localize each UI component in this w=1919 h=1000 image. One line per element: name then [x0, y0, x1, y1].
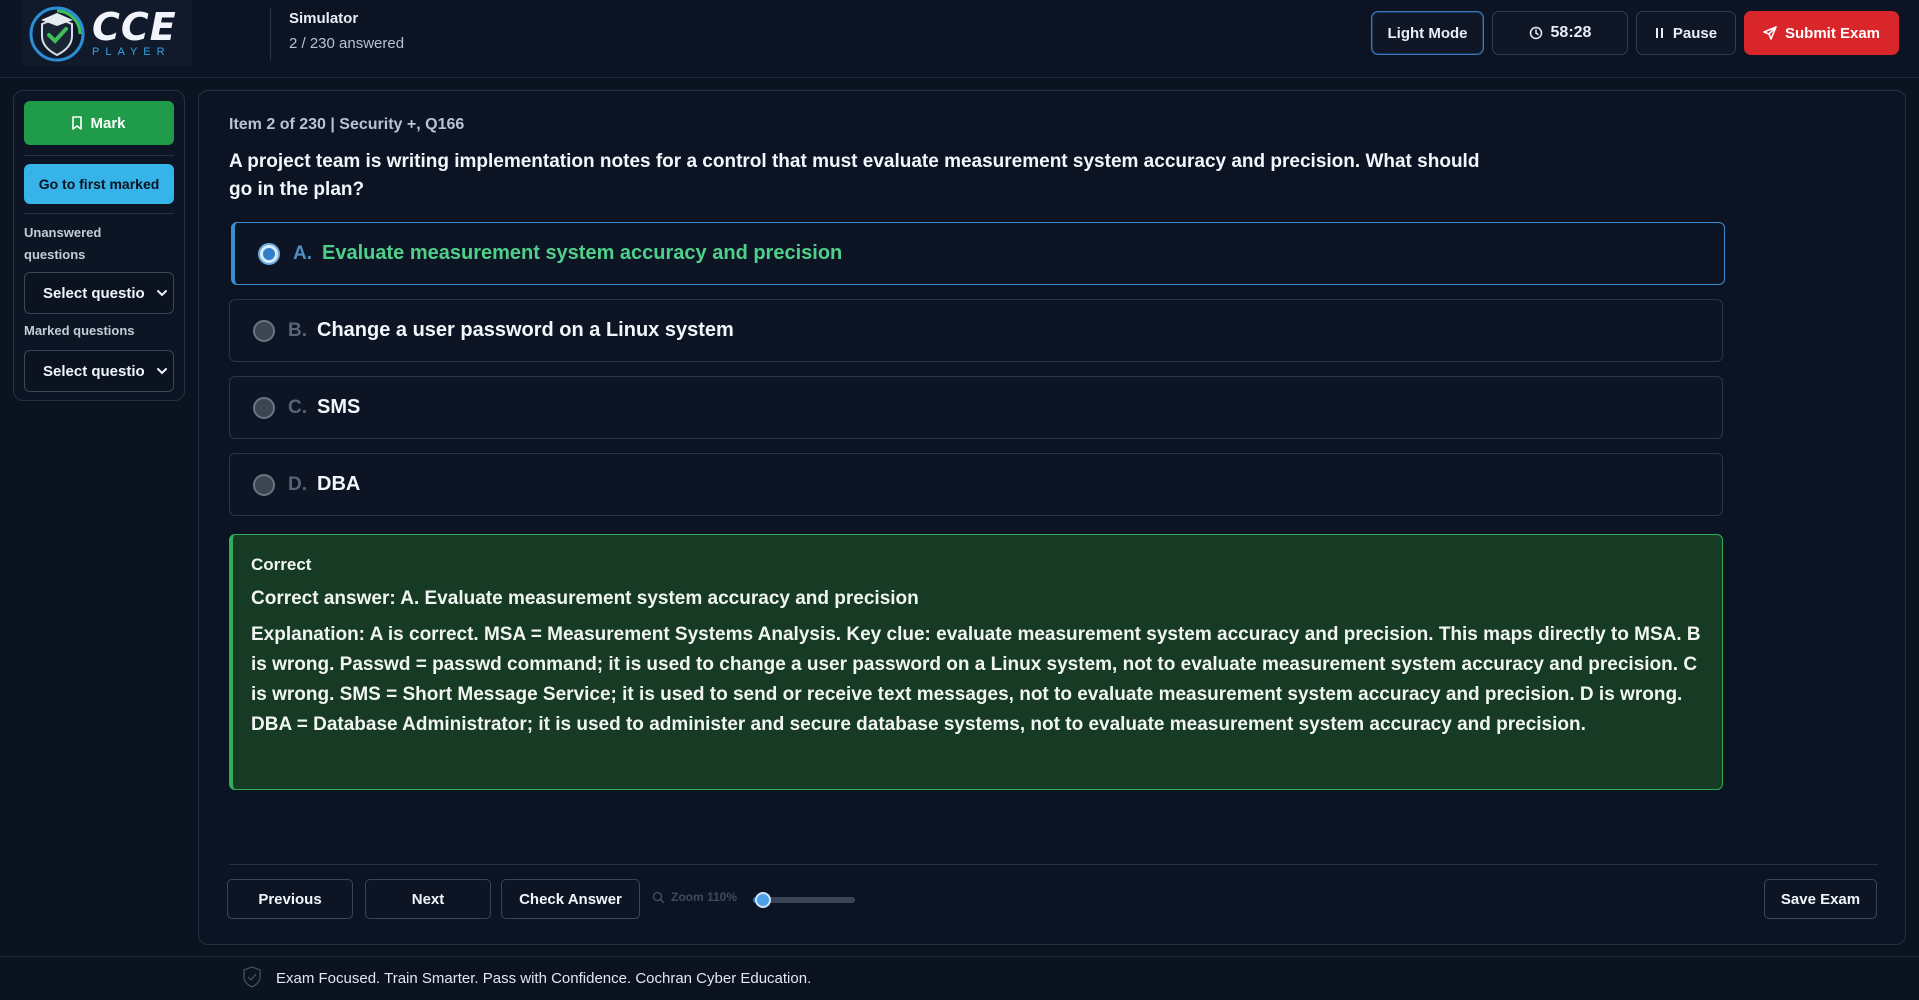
logo-subtext: PLAYER: [92, 46, 171, 58]
option-d[interactable]: D. DBA: [229, 453, 1723, 516]
bookmark-icon: [72, 116, 83, 130]
option-c[interactable]: C. SMS: [229, 376, 1723, 439]
option-letter: C.: [288, 396, 307, 418]
option-text: Change a user password on a Linux system: [317, 319, 734, 341]
pause-label: Pause: [1672, 24, 1718, 42]
radio-selected-icon[interactable]: [258, 242, 280, 265]
mark-button[interactable]: Mark: [24, 101, 174, 145]
logo-wordmark: CCE: [92, 5, 177, 49]
option-letter: B.: [288, 319, 307, 341]
question-text: A project team is writing implementation…: [229, 151, 1480, 200]
pause-button[interactable]: Pause: [1636, 11, 1736, 55]
send-icon: [1763, 26, 1777, 40]
submit-exam-button[interactable]: Submit Exam: [1744, 11, 1899, 55]
marked-label: Marked questions: [24, 323, 135, 338]
option-text: Evaluate measurement system accuracy and…: [322, 242, 843, 264]
unanswered-label-line1: Unanswered: [24, 225, 102, 240]
marked-select[interactable]: Select questio: [24, 350, 174, 392]
radio-icon[interactable]: [253, 396, 275, 419]
bottom-bar: Exam Focused. Train Smarter. Pass with C…: [0, 956, 1919, 1000]
question-panel: [198, 90, 1906, 945]
mark-label: Mark: [90, 114, 126, 132]
unanswered-label-line2: questions: [24, 247, 86, 262]
next-button[interactable]: Next: [365, 879, 491, 919]
option-text: SMS: [317, 396, 361, 418]
marked-select-value: Select questio: [43, 362, 145, 380]
option-a[interactable]: A. Evaluate measurement system accuracy …: [231, 222, 1725, 285]
zoom-slider[interactable]: [753, 892, 855, 908]
submit-label: Submit Exam: [1784, 24, 1881, 42]
unanswered-select[interactable]: Select questio: [24, 272, 174, 314]
pause-icon: [1655, 27, 1665, 39]
app-title: Simulator: [289, 10, 359, 27]
footer-divider: [229, 864, 1878, 865]
unanswered-label: Unanswered questions: [24, 222, 101, 266]
check-answer-button[interactable]: Check Answer: [501, 879, 640, 919]
question-sidebar: Mark Go to first marked Unanswered quest…: [13, 90, 185, 401]
radio-icon[interactable]: [253, 319, 275, 342]
timer-value: 58:28: [1550, 24, 1592, 41]
option-letter: D.: [288, 473, 307, 495]
search-icon: [652, 891, 665, 904]
light-mode-button[interactable]: Light Mode: [1371, 11, 1484, 55]
correct-answer-text: Correct answer: A. Evaluate measurement …: [251, 588, 919, 609]
top-header: CCE PLAYER Simulator 2 / 230 answered Li…: [0, 0, 1919, 78]
previous-button[interactable]: Previous: [227, 879, 353, 919]
answer-feedback: Correct Correct answer: A. Evaluate meas…: [229, 534, 1723, 790]
zoom-label: Zoom 110%: [652, 890, 737, 904]
light-mode-label: Light Mode: [1387, 24, 1468, 42]
option-text: DBA: [317, 473, 361, 495]
sidebar-divider: [24, 155, 174, 156]
clock-icon: [1529, 26, 1543, 40]
explanation-text: Explanation: A is correct. MSA = Measure…: [251, 624, 1701, 735]
unanswered-select-value: Select questio: [43, 284, 145, 302]
shield-check-icon: [29, 6, 85, 62]
answered-progress: 2 / 230 answered: [289, 35, 405, 52]
header-divider: [270, 8, 271, 60]
shield-check-icon: [243, 966, 261, 988]
timer-display[interactable]: 58:28: [1492, 11, 1628, 55]
go-to-first-marked-button[interactable]: Go to first marked: [24, 164, 174, 204]
option-letter: A.: [293, 242, 312, 264]
tagline: Exam Focused. Train Smarter. Pass with C…: [276, 970, 812, 987]
radio-icon[interactable]: [253, 473, 275, 496]
app-logo: CCE PLAYER: [22, 0, 192, 66]
sidebar-divider: [24, 213, 174, 214]
chevron-down-icon: [157, 368, 167, 375]
question-meta: Item 2 of 230 | Security +, Q166: [229, 116, 465, 133]
chevron-down-icon: [157, 290, 167, 297]
zoom-value: Zoom 110%: [671, 890, 738, 904]
feedback-status: Correct: [251, 555, 312, 574]
option-b[interactable]: B. Change a user password on a Linux sys…: [229, 299, 1723, 362]
save-exam-button[interactable]: Save Exam: [1764, 879, 1877, 919]
